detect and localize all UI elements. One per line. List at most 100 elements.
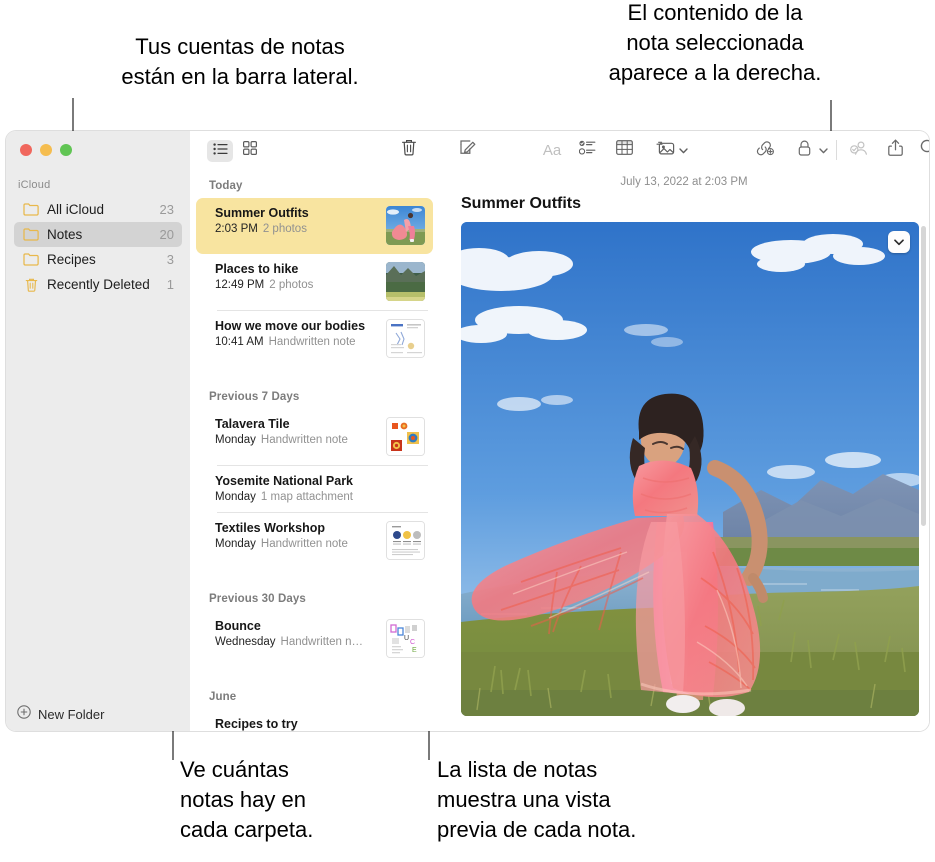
list-item-textiles-workshop[interactable]: Textiles Workshop Monday Handwritten note [196, 513, 433, 569]
trash-icon [401, 139, 417, 161]
format-Aa-icon: Aa [542, 141, 562, 159]
callout-sidebar-accounts: Tus cuentas de notas están en la barra l… [121, 34, 359, 89]
sidebar-folder-list: All iCloud 23 Notes 20 Recipes 3 Recentl… [10, 197, 186, 297]
sidebar-item-notes[interactable]: Notes 20 [14, 222, 182, 247]
photo-woman-pink-dress-meadow [461, 222, 919, 716]
note-detail-title: Summer Outfits [461, 195, 582, 212]
note-thumbnail-tile-pattern [386, 417, 425, 456]
checklist-icon [578, 140, 596, 160]
chevron-down-icon [678, 141, 688, 159]
note-meta: 2:03 PM 2 photos [215, 223, 377, 235]
search-icon [920, 139, 929, 161]
notes-list-column: Today Summer Outfits 2:03 PM 2 photos Pl… [190, 131, 440, 731]
media-button[interactable] [652, 138, 678, 162]
note-text: Summer Outfits 2:03 PM 2 photos [215, 206, 377, 235]
list-item-places-to-hike[interactable]: Places to hike 12:49 PM 2 photos [196, 254, 433, 310]
lock-note-button[interactable] [797, 138, 812, 162]
media-dropdown-button[interactable] [676, 138, 690, 162]
note-title: Yosemite National Park [215, 474, 354, 488]
note-title: Places to hike [215, 262, 299, 276]
sidebar-item-count: 1 [166, 277, 174, 292]
notes-list-scroll-area[interactable]: Today Summer Outfits 2:03 PM 2 photos Pl… [190, 170, 439, 731]
note-meta: 12:49 PM 2 photos [215, 279, 377, 291]
note-meta: Wednesday Handwritten n… [215, 636, 377, 648]
note-text: Recipes to try 6/8/22Eva's chicken picca… [215, 717, 425, 731]
note-text: Places to hike 12:49 PM 2 photos [215, 262, 377, 291]
share-icon [887, 139, 903, 161]
svg-text:E: E [412, 647, 417, 654]
lock-icon [798, 140, 811, 161]
note-time: 2:03 PM [215, 223, 258, 235]
folder-icon [22, 252, 40, 268]
sidebar-item-all-icloud[interactable]: All iCloud 23 [14, 197, 182, 222]
toolbar-divider [836, 140, 837, 160]
view-mode-segmented-control [207, 139, 263, 162]
list-item-recipes-to-try[interactable]: Recipes to try 6/8/22Eva's chicken picca… [196, 709, 433, 731]
detail-scrollbar[interactable] [921, 226, 926, 526]
note-title: Summer Outfits [215, 206, 309, 220]
note-text: How we move our bodies 10:41 AM Handwritt… [215, 319, 377, 348]
table-button[interactable] [612, 138, 636, 162]
note-thumbnail-photo-model [386, 206, 425, 245]
zoom-button[interactable] [60, 144, 72, 156]
sidebar-item-label: All iCloud [47, 202, 105, 217]
sidebar-item-recipes[interactable]: Recipes 3 [14, 247, 182, 272]
add-link-button[interactable] [752, 138, 776, 162]
note-preview: 1 map attachment [260, 491, 353, 503]
list-item-yosemite-national-park[interactable]: Yosemite National Park Monday 1 map attac… [196, 466, 433, 512]
sidebar-item-label: Recipes [47, 252, 96, 267]
note-detail-pane: Aa July 13, 2022 at 2:03 PM Summer Outfi… [439, 131, 929, 731]
notes-app-window: iCloud All iCloud 23 Notes 20 Recipes 3 … [6, 131, 929, 731]
plus-circle-icon [17, 705, 31, 724]
sidebar-item-count: 20 [159, 227, 174, 242]
add-person-icon [849, 140, 869, 161]
photo-options-button[interactable] [888, 231, 910, 253]
note-preview: Handwritten note [268, 336, 356, 348]
list-item-bounce[interactable]: Bounce Wednesday Handwritten n… U C E [196, 611, 433, 667]
search-button[interactable] [916, 138, 929, 162]
sidebar-account-header: iCloud [18, 179, 51, 191]
note-time: 12:49 PM [215, 279, 265, 291]
note-meta: Monday 1 map attachment [215, 491, 425, 503]
sidebar-item-label: Notes [47, 227, 83, 242]
svg-text:C: C [410, 639, 415, 646]
checklist-button[interactable] [575, 138, 599, 162]
list-item-summer-outfits[interactable]: Summer Outfits 2:03 PM 2 photos [196, 198, 433, 254]
note-thumbnail-handwritten-doc [386, 319, 425, 358]
sidebar-item-recently-deleted[interactable]: Recently Deleted 1 [14, 272, 182, 297]
note-meta: 10:41 AM Handwritten note [215, 336, 377, 348]
minimize-button[interactable] [40, 144, 52, 156]
delete-note-button[interactable] [398, 139, 420, 161]
notes-list-toolbar [190, 131, 439, 170]
note-text: Bounce Wednesday Handwritten n… [215, 619, 377, 648]
note-time: Wednesday [215, 636, 276, 648]
callout-folder-counts: Ve cuántas notas hay en cada carpeta. [180, 757, 314, 842]
gallery-view-button[interactable] [237, 140, 263, 162]
share-button[interactable] [883, 138, 907, 162]
notes-group-header: June [209, 691, 237, 703]
note-thumbnail-textiles-doc [386, 521, 425, 560]
note-date: July 13, 2022 at 2:03 PM [620, 176, 748, 188]
compose-icon [459, 139, 476, 161]
note-time: 10:41 AM [215, 336, 264, 348]
compose-note-button[interactable] [455, 138, 479, 162]
new-folder-button[interactable]: New Folder [6, 697, 190, 731]
close-button[interactable] [20, 144, 32, 156]
note-photo[interactable] [461, 222, 919, 716]
collaborate-button[interactable] [847, 138, 871, 162]
sidebar-item-label: Recently Deleted [47, 277, 150, 292]
lock-dropdown-button[interactable] [816, 138, 830, 162]
list-item-how-we-move-our-bodies[interactable]: How we move our bodies 10:41 AM Handwritt… [196, 311, 433, 367]
list-item-talavera-tile[interactable]: Talavera Tile Monday Handwritten note [196, 409, 433, 465]
sidebar: iCloud All iCloud 23 Notes 20 Recipes 3 … [6, 131, 191, 731]
sidebar-item-count: 3 [166, 252, 174, 267]
note-preview: Handwritten note [260, 434, 348, 446]
list-view-icon [212, 142, 228, 160]
format-button[interactable]: Aa [538, 138, 566, 162]
list-view-button[interactable] [207, 139, 233, 162]
callout-notes-preview: La lista de notas muestra una vista prev… [437, 757, 637, 842]
note-thumbnail-bounce-doc: U C E [386, 619, 425, 658]
note-title: How we move our bodies [215, 319, 366, 333]
note-time: Monday [215, 434, 256, 446]
screenshot-root: Tus cuentas de notas están en la barra l… [0, 0, 935, 862]
